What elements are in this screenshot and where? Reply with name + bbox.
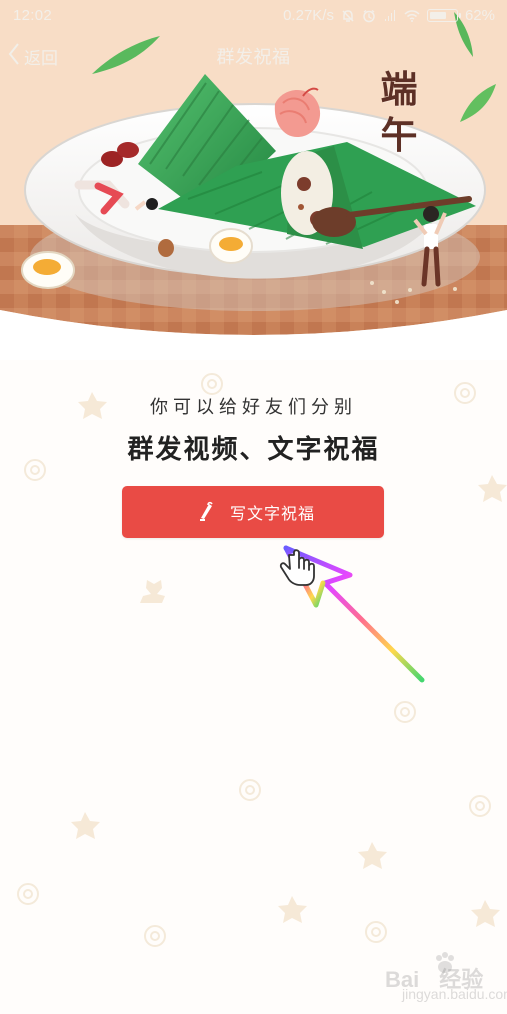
battery-icon <box>426 9 461 22</box>
write-text-blessing-button[interactable]: 写文字祝福 <box>122 486 384 538</box>
pointer-hand-icon <box>279 545 425 683</box>
paw-logo-icon <box>436 952 454 973</box>
page-title: 群发祝福 <box>216 47 291 68</box>
intro-text: 你可以给好友们分别 <box>150 397 357 418</box>
app-screen: 12:02 0.27K/s 62% 返回 群发祝福 端午 你可以给好友们分别 群… <box>0 0 507 1014</box>
status-bar: 12:02 0.27K/s 62% <box>0 0 507 32</box>
status-icons: 0.27K/s 62% <box>283 7 495 24</box>
write-text-blessing-label: 写文字祝福 <box>229 504 315 523</box>
main-heading: 群发视频、文字祝福 <box>127 435 380 465</box>
status-time: 12:02 <box>13 7 53 24</box>
pen-icon <box>195 501 217 523</box>
watermark-main-text: Bai 经验 <box>385 967 484 992</box>
wifi-icon <box>404 9 420 23</box>
mute-icon <box>341 9 355 23</box>
baidu-jingyan-watermark: Bai 经验 jingyan.baidu.com <box>385 948 507 1004</box>
battery-percent: 62% <box>464 7 495 24</box>
festival-banner: 12:02 0.27K/s 62% 返回 群发祝福 端午 <box>0 0 507 360</box>
signal-icon <box>383 9 397 23</box>
alarm-icon <box>362 9 376 23</box>
network-speed: 0.27K/s <box>283 7 334 24</box>
battery-level <box>429 12 446 19</box>
watermark-url: jingyan.baidu.com <box>402 986 507 1002</box>
navigation-bar: 返回 群发祝福 <box>0 32 507 80</box>
